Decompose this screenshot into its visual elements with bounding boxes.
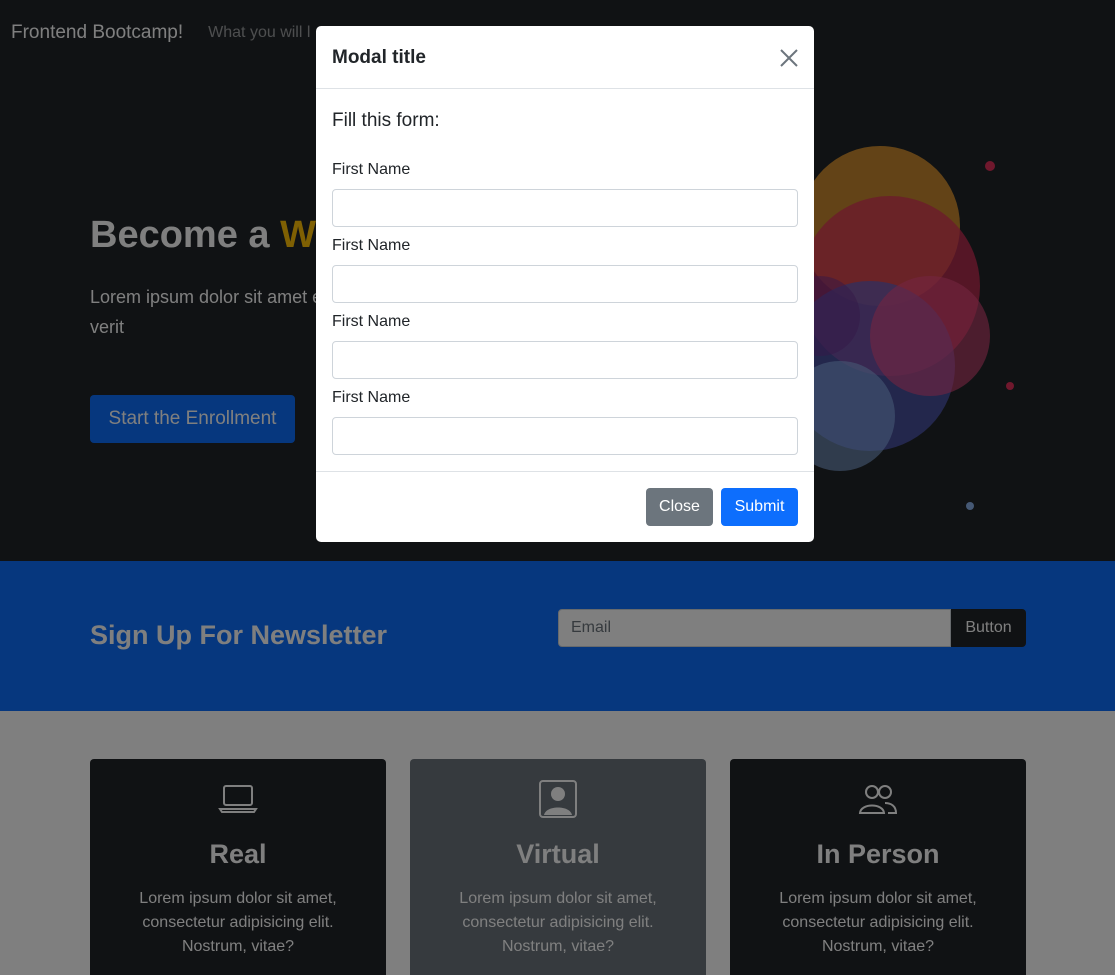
close-icon[interactable] [777, 46, 801, 70]
modal-header: Modal title [316, 26, 814, 89]
first-name-input[interactable] [332, 341, 798, 379]
modal-title: Modal title [332, 47, 426, 68]
modal-footer: Close Submit [316, 471, 814, 542]
first-name-label: First Name [332, 161, 411, 178]
first-name-label: First Name [332, 313, 411, 330]
close-button[interactable]: Close [646, 488, 713, 526]
modal-body: Fill this form: First Name First Name Fi… [316, 89, 814, 471]
first-name-input[interactable] [332, 189, 798, 227]
first-name-input[interactable] [332, 417, 798, 455]
first-name-input[interactable] [332, 265, 798, 303]
first-name-label: First Name [332, 389, 411, 406]
form-intro: Fill this form: [332, 110, 440, 131]
submit-button[interactable]: Submit [721, 488, 798, 526]
enroll-modal: Modal title Fill this form: First Name F… [316, 26, 814, 542]
first-name-label: First Name [332, 237, 411, 254]
